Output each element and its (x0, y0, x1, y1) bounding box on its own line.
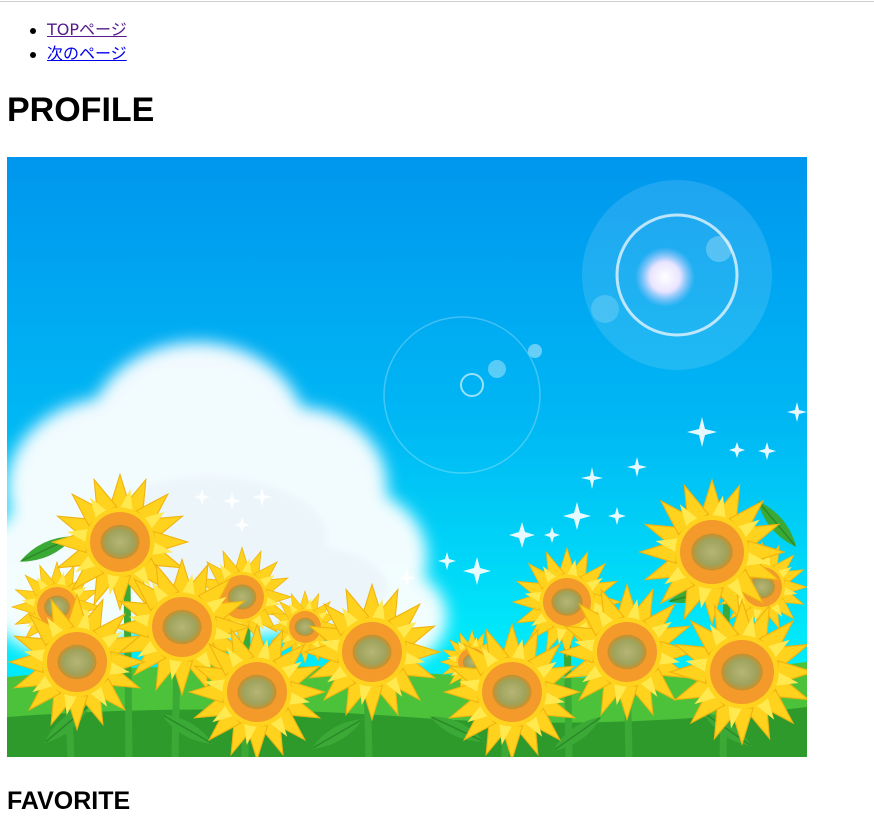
sunflower-image (7, 157, 807, 757)
nav-list: TOPページ 次のページ (0, 18, 127, 66)
page-title: PROFILE (7, 91, 155, 129)
nav-item-top: TOPページ (0, 18, 127, 42)
nav-item-next: 次のページ (0, 42, 127, 66)
top-border (0, 1, 874, 2)
sunflower-illustration (7, 157, 807, 757)
next-page-link[interactable]: 次のページ (47, 44, 127, 63)
section-heading-favorite: FAVORITE (7, 787, 131, 815)
top-page-link[interactable]: TOPページ (47, 20, 127, 39)
